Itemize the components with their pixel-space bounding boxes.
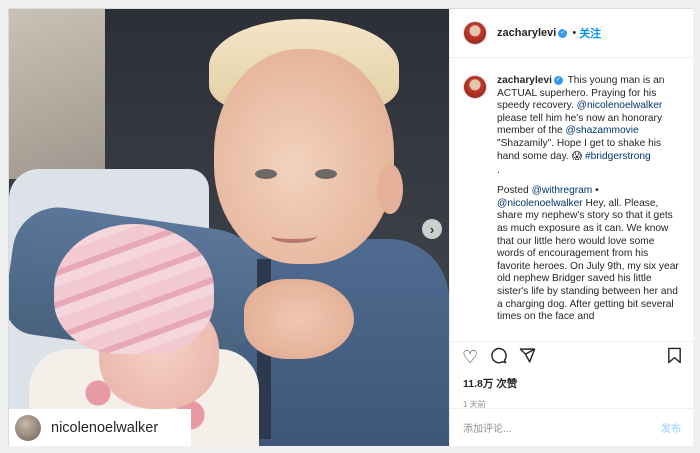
chevron-right-icon: ›: [429, 221, 435, 237]
mention-link[interactable]: @nicolenoelwalker: [577, 100, 663, 111]
comment-icon[interactable]: [490, 347, 507, 367]
post-side-panel: zacharylevi ✓ • 关注 zacharylevi ✓ This you…: [449, 9, 694, 446]
caption-body: zacharylevi ✓ This young man is an ACTUAL…: [497, 75, 682, 324]
author-avatar[interactable]: [463, 21, 487, 45]
photo-boy-hand: [244, 279, 354, 359]
caption-separator: •: [592, 185, 599, 197]
heart-icon[interactable]: ♡: [462, 348, 478, 366]
bookmark-icon[interactable]: [667, 347, 682, 367]
caption-comment: zacharylevi ✓ This young man is an ACTUAL…: [463, 75, 682, 324]
hashtag-link[interactable]: #bridgerstrong: [585, 151, 651, 162]
caption-username[interactable]: zacharylevi: [497, 75, 552, 86]
posted-label: Posted: [497, 185, 532, 197]
comments-area[interactable]: zacharylevi ✓ This young man is an ACTUAL…: [450, 59, 694, 339]
like-count[interactable]: 11.8万 次赞: [450, 376, 694, 391]
verified-badge-icon: ✓: [558, 28, 568, 38]
mention-link[interactable]: @shazammovie: [566, 125, 639, 136]
photo-baby-hat: [54, 224, 214, 354]
photo-boy-eye-left: [255, 169, 277, 179]
post-comment-button[interactable]: 发布: [661, 420, 681, 435]
caption-text-4: Hey, all. Please, share my nephew's stor…: [497, 197, 679, 323]
post-header: zacharylevi ✓ • 关注: [450, 9, 693, 58]
add-comment-row: 添加评论... 发布: [450, 408, 694, 446]
caption-dot: .: [497, 165, 500, 177]
share-icon[interactable]: [519, 347, 536, 367]
post-photo[interactable]: › nicolenoelwalker: [9, 9, 449, 446]
add-comment-input[interactable]: 添加评论...: [463, 420, 661, 435]
post-card: › nicolenoelwalker zacharylevi ✓ • 关注 za…: [8, 8, 694, 446]
author-username[interactable]: zacharylevi: [497, 27, 556, 39]
photo-boy-mouth: [271, 229, 317, 243]
header-separator: •: [572, 27, 577, 39]
follow-button[interactable]: 关注: [579, 25, 601, 41]
photo-boy-eye-right: [315, 169, 337, 179]
caption-author-avatar[interactable]: [463, 75, 487, 99]
action-icons: ♡: [450, 342, 694, 372]
mention-link[interactable]: @withregram: [532, 185, 593, 196]
next-photo-button[interactable]: ›: [422, 219, 442, 239]
photo-boy-ear: [377, 164, 403, 214]
verified-badge-icon: ✓: [553, 75, 563, 85]
tagged-user-avatar: [15, 414, 41, 441]
user-tag[interactable]: nicolenoelwalker: [9, 409, 191, 446]
mention-link[interactable]: @nicolenoelwalker: [497, 198, 583, 209]
tagged-username: nicolenoelwalker: [51, 419, 159, 436]
action-bar: ♡ 11.8万 次赞 1 天前 添加评论... 发布: [450, 341, 694, 446]
